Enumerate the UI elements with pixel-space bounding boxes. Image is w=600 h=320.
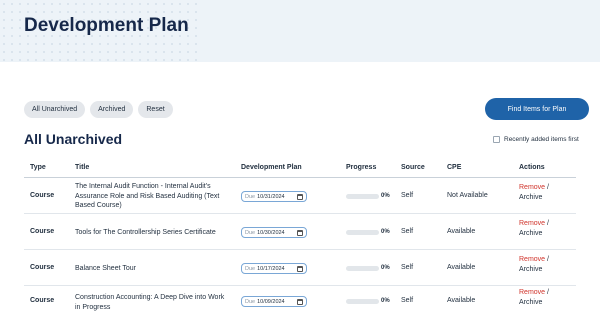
due-date-input[interactable]: Due 10/17/2024 [241, 263, 307, 274]
actions-separator: / [545, 220, 549, 227]
due-label: Due [245, 229, 256, 236]
calendar-icon[interactable] [297, 194, 303, 200]
archive-link[interactable]: Archive [519, 194, 542, 201]
archive-link[interactable]: Archive [519, 299, 542, 306]
table-row: Course Construction Accounting: A Deep D… [24, 286, 576, 320]
table-header: Type Title Development Plan Progress Sou… [24, 157, 576, 178]
progress-bar [346, 299, 379, 304]
row-actions: Remove / Archive [519, 255, 549, 274]
recent-toggle[interactable]: Recently added items first [493, 136, 579, 143]
actions-separator: / [545, 256, 549, 263]
due-date-value: 10/31/2024 [257, 193, 285, 200]
remove-link[interactable]: Remove [519, 184, 545, 191]
row-title: Construction Accounting: A Deep Dive int… [75, 294, 225, 311]
row-type: Course [30, 264, 55, 271]
calendar-icon[interactable] [297, 230, 303, 236]
due-date-value: 10/30/2024 [257, 229, 285, 236]
due-label: Due [245, 193, 256, 200]
row-cpe: Available [447, 297, 476, 304]
archive-link[interactable]: Archive [519, 266, 542, 273]
progress-percent: 0% [381, 265, 390, 271]
reset-button[interactable]: Reset [138, 101, 173, 118]
due-label: Due [245, 265, 256, 272]
calendar-icon[interactable] [297, 299, 303, 305]
remove-link[interactable]: Remove [519, 289, 545, 296]
row-type: Course [30, 192, 55, 199]
table-row: Course The Internal Audit Function - Int… [24, 178, 576, 214]
row-actions: Remove / Archive [519, 288, 549, 307]
progress-percent: 0% [381, 193, 390, 199]
col-title: Title [75, 164, 90, 171]
filter-bar: All Unarchived Archived Reset [24, 101, 173, 118]
col-source: Source [401, 164, 425, 171]
table-row: Course Balance Sheet Tour Due 10/17/2024 … [24, 250, 576, 286]
section-title: All Unarchived [24, 131, 123, 147]
table-row: Course Tools for The Controllership Seri… [24, 214, 576, 250]
row-title: Tools for The Controllership Series Cert… [75, 229, 216, 236]
due-date-input[interactable]: Due 10/30/2024 [241, 227, 307, 238]
progress-bar [346, 266, 379, 271]
recent-label: Recently added items first [504, 136, 579, 143]
due-date-input[interactable]: Due 10/09/2024 [241, 296, 307, 307]
col-cpe: CPE [447, 164, 462, 171]
checkbox-icon[interactable] [493, 136, 500, 143]
page-header: Development Plan [0, 0, 600, 62]
progress-bar [346, 230, 379, 235]
due-date-value: 10/17/2024 [257, 265, 285, 272]
row-title: Balance Sheet Tour [75, 265, 136, 272]
remove-link[interactable]: Remove [519, 256, 545, 263]
row-type: Course [30, 228, 55, 235]
progress-percent: 0% [381, 229, 390, 235]
calendar-icon[interactable] [297, 266, 303, 272]
row-cpe: Not Available [447, 192, 488, 199]
archive-link[interactable]: Archive [519, 230, 542, 237]
row-actions: Remove / Archive [519, 219, 549, 238]
row-cpe: Available [447, 228, 476, 235]
row-title: The Internal Audit Function - Internal A… [75, 183, 220, 209]
row-type: Course [30, 297, 55, 304]
due-date-input[interactable]: Due 10/31/2024 [241, 191, 307, 202]
progress-bar [346, 194, 379, 199]
row-cpe: Available [447, 264, 476, 271]
row-actions: Remove / Archive [519, 183, 549, 202]
col-development-plan: Development Plan [241, 164, 302, 171]
find-items-button[interactable]: Find Items for Plan [485, 98, 589, 120]
row-source: Self [401, 228, 414, 235]
progress-percent: 0% [381, 298, 390, 304]
due-date-value: 10/09/2024 [257, 298, 285, 305]
col-type: Type [30, 164, 46, 171]
row-source: Self [401, 297, 414, 304]
page-title: Development Plan [24, 15, 189, 36]
due-label: Due [245, 298, 256, 305]
col-progress: Progress [346, 164, 377, 171]
filter-all-unarchived-button[interactable]: All Unarchived [24, 101, 86, 118]
row-source: Self [401, 264, 414, 271]
filter-archived-button[interactable]: Archived [90, 101, 134, 118]
actions-separator: / [545, 184, 549, 191]
actions-separator: / [545, 289, 549, 296]
remove-link[interactable]: Remove [519, 220, 545, 227]
col-actions: Actions [519, 164, 545, 171]
row-source: Self [401, 192, 414, 199]
